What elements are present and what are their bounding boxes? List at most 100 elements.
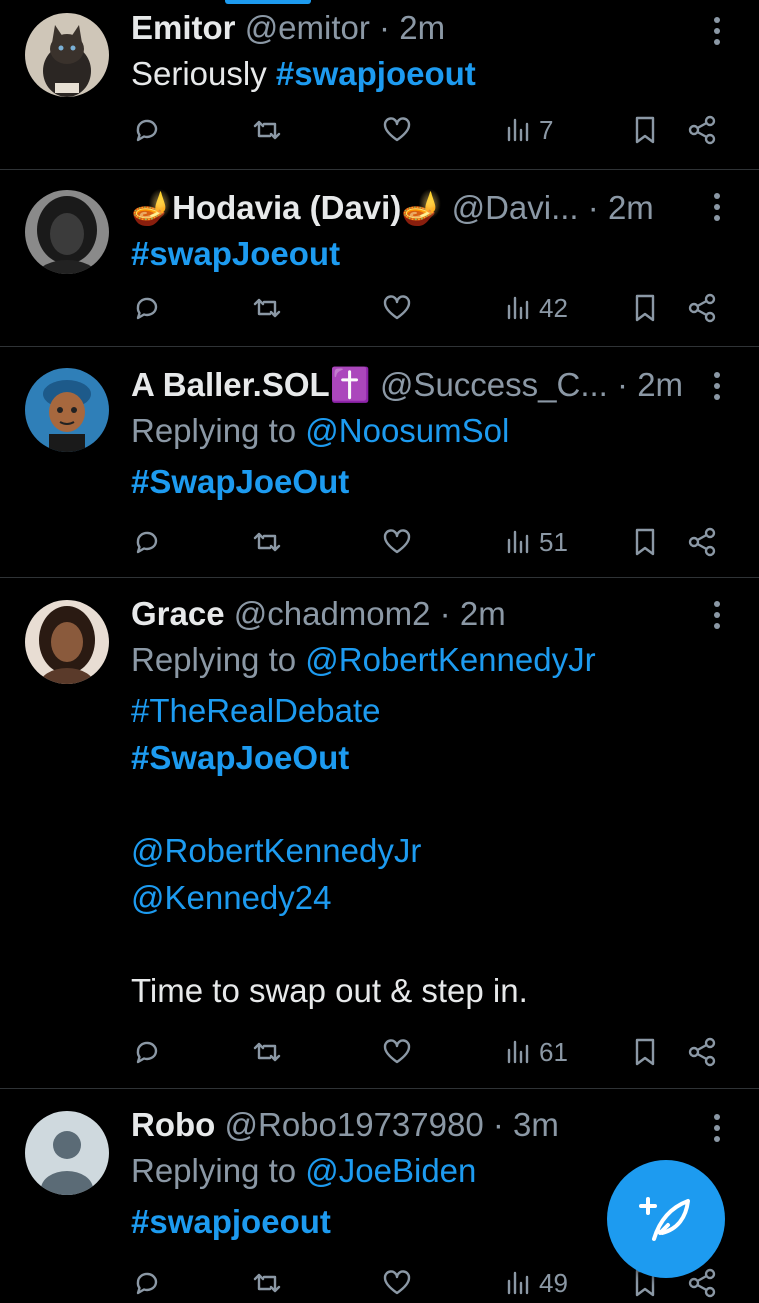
like-button[interactable]: [381, 288, 413, 328]
retweet-button[interactable]: [251, 110, 283, 150]
separator: ·: [379, 9, 391, 46]
share-button[interactable]: [686, 522, 718, 562]
tweet-header: Emitor @emitor · 2m: [131, 6, 699, 50]
like-button[interactable]: [381, 110, 413, 150]
display-name[interactable]: Grace: [131, 595, 225, 632]
tweet-emitor[interactable]: Emitor @emitor · 2m Seriously #swapjoeou…: [0, 0, 759, 170]
hashtag-link[interactable]: #SwapJoeOut: [131, 463, 349, 500]
mention-link[interactable]: @Kennedy24: [131, 874, 699, 921]
tweet-header: 🪔Hodavia (Davi)🪔 @Davi... · 2m: [131, 186, 699, 230]
avatar[interactable]: [25, 600, 109, 684]
tweet-text: #swapJoeout: [131, 230, 699, 277]
views-button[interactable]: 51: [503, 522, 568, 562]
timestamp: 2m: [399, 9, 446, 46]
retweet-icon: [253, 298, 281, 318]
user-handle: @Davi...: [451, 189, 579, 226]
tweet-text: Time to swap out & step in.: [131, 972, 528, 1009]
timestamp: 3m: [513, 1106, 559, 1143]
retweet-icon: [253, 1273, 281, 1293]
views-icon: [507, 118, 529, 142]
retweet-button[interactable]: [251, 522, 283, 562]
share-icon: [688, 1037, 716, 1067]
compose-button[interactable]: [607, 1160, 725, 1278]
tweet-grace[interactable]: Grace @chadmom2 · 2m Replying to @Robert…: [0, 578, 759, 1089]
retweet-button[interactable]: [251, 1263, 283, 1303]
display-name[interactable]: Robo: [131, 1106, 215, 1143]
avatar[interactable]: [25, 190, 109, 274]
mention-link[interactable]: @RobertKennedyJr: [305, 641, 595, 678]
retweet-button[interactable]: [251, 1032, 283, 1072]
bookmark-button[interactable]: [629, 522, 661, 562]
hashtag-link[interactable]: #swapJoeout: [131, 235, 340, 272]
reply-button[interactable]: [131, 110, 163, 150]
reply-context: Replying to @RobertKennedyJr: [131, 636, 699, 683]
hashtag-link[interactable]: #SwapJoeOut: [131, 734, 699, 781]
user-handle: @Robo19737980: [224, 1106, 484, 1143]
more-icon[interactable]: [705, 188, 729, 228]
bookmark-icon: [635, 116, 655, 144]
like-button[interactable]: [381, 522, 413, 562]
timestamp: 2m: [459, 595, 506, 632]
views-icon: [507, 530, 529, 554]
like-button[interactable]: [381, 1032, 413, 1072]
user-handle: @emitor: [244, 9, 370, 46]
hashtag-link[interactable]: #swapjoeout: [276, 55, 476, 92]
views-button[interactable]: 7: [503, 110, 553, 150]
views-icon: [507, 1271, 529, 1295]
reply-icon: [136, 297, 158, 320]
views-button[interactable]: 61: [503, 1032, 568, 1072]
reply-context: Replying to @NoosumSol: [131, 407, 699, 454]
avatar[interactable]: [25, 13, 109, 97]
user-handle: @chadmom2: [233, 595, 431, 632]
views-button[interactable]: 42: [503, 288, 568, 328]
like-icon: [383, 295, 411, 320]
avatar[interactable]: [25, 1111, 109, 1195]
share-button[interactable]: [686, 288, 718, 328]
timestamp: 2m: [607, 189, 654, 226]
more-icon[interactable]: [705, 12, 729, 52]
reply-button[interactable]: [131, 522, 163, 562]
tweet-actions: 51: [131, 522, 731, 562]
replying-to-label: Replying to: [131, 412, 306, 449]
retweet-button[interactable]: [251, 288, 283, 328]
replying-to-label: Replying to: [131, 641, 306, 678]
more-icon[interactable]: [705, 1109, 729, 1149]
tweet-hodavia[interactable]: 🪔Hodavia (Davi)🪔 @Davi... · 2m #swapJoeo…: [0, 170, 759, 347]
separator: ·: [439, 595, 451, 632]
mention-link[interactable]: @RobertKennedyJr: [131, 827, 699, 874]
hashtag-link[interactable]: #TheRealDebate: [131, 687, 699, 734]
mention-link[interactable]: @NoosumSol: [305, 412, 509, 449]
display-name[interactable]: Emitor: [131, 9, 236, 46]
tweet-baller[interactable]: A Baller.SOL✝️ @Success_C... · 2m Replyi…: [0, 347, 759, 578]
more-icon[interactable]: [705, 596, 729, 636]
bookmark-button[interactable]: [629, 110, 661, 150]
tweet-actions: 7: [131, 110, 731, 150]
share-button[interactable]: [686, 110, 718, 150]
views-button[interactable]: 49: [503, 1263, 568, 1303]
separator: ·: [587, 189, 599, 226]
hashtag-link[interactable]: #swapjoeout: [131, 1203, 331, 1240]
bookmark-button[interactable]: [629, 288, 661, 328]
user-handle: @Success_C...: [379, 366, 608, 403]
display-name[interactable]: A Baller.SOL✝️: [131, 366, 371, 403]
display-name[interactable]: 🪔Hodavia (Davi)🪔: [131, 189, 442, 226]
avatar[interactable]: [25, 368, 109, 452]
bookmark-icon: [635, 528, 655, 556]
like-button[interactable]: [381, 1263, 413, 1303]
mention-link[interactable]: @JoeBiden: [305, 1152, 476, 1189]
view-count: 42: [539, 292, 568, 323]
share-icon: [688, 527, 716, 557]
bookmark-icon: [635, 1038, 655, 1066]
separator: ·: [617, 366, 629, 403]
compose-icon: [639, 1197, 690, 1241]
reply-button[interactable]: [131, 288, 163, 328]
reply-button[interactable]: [131, 1032, 163, 1072]
bookmark-button[interactable]: [629, 1032, 661, 1072]
reply-context: Replying to @JoeBiden: [131, 1147, 699, 1194]
more-icon[interactable]: [705, 367, 729, 407]
like-icon: [383, 1039, 411, 1064]
reply-button[interactable]: [131, 1263, 163, 1303]
share-button[interactable]: [686, 1032, 718, 1072]
